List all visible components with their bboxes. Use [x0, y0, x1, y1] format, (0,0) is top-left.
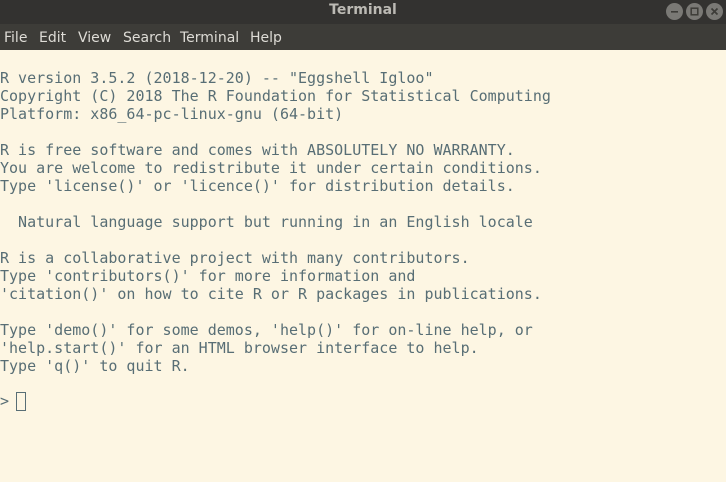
menu-view[interactable]: View — [78, 24, 111, 50]
output-line: Natural language support but running in … — [0, 213, 533, 231]
output-line: You are welcome to redistribute it under… — [0, 159, 542, 177]
window-title: Terminal — [329, 2, 397, 18]
menu-edit[interactable]: Edit — [39, 24, 66, 50]
minimize-icon[interactable] — [666, 3, 683, 20]
output-line: Platform: x86_64-pc-linux-gnu (64-bit) — [0, 105, 344, 123]
output-line: R is a collaborative project with many c… — [0, 249, 470, 267]
output-line: Type 'license()' or 'licence()' for dist… — [0, 177, 515, 195]
menu-file[interactable]: File — [4, 24, 27, 50]
output-line: Type 'demo()' for some demos, 'help()' f… — [0, 321, 533, 339]
output-line: 'citation()' on how to cite R or R packa… — [0, 285, 542, 303]
terminal-output[interactable]: R version 3.5.2 (2018-12-20) -- "Eggshel… — [0, 50, 726, 482]
text-cursor[interactable] — [16, 392, 26, 411]
menu-bar: File Edit View Search Terminal Help — [0, 24, 726, 50]
output-line: R is free software and comes with ABSOLU… — [0, 141, 515, 159]
title-bar[interactable]: Terminal — [0, 0, 726, 24]
output-line: R version 3.5.2 (2018-12-20) -- "Eggshel… — [0, 69, 434, 87]
output-line: Type 'q()' to quit R. — [0, 357, 190, 375]
menu-terminal[interactable]: Terminal — [180, 24, 239, 50]
output-line: Type 'contributors()' for more informati… — [0, 267, 416, 285]
menu-help[interactable]: Help — [250, 24, 282, 50]
maximize-icon[interactable] — [686, 3, 703, 20]
close-icon[interactable] — [706, 3, 723, 20]
terminal-window: Terminal File Edit View Search Terminal … — [0, 0, 726, 482]
output-line: Copyright (C) 2018 The R Foundation for … — [0, 87, 551, 105]
menu-search[interactable]: Search — [123, 24, 171, 50]
output-line: 'help.start()' for an HTML browser inter… — [0, 339, 479, 357]
